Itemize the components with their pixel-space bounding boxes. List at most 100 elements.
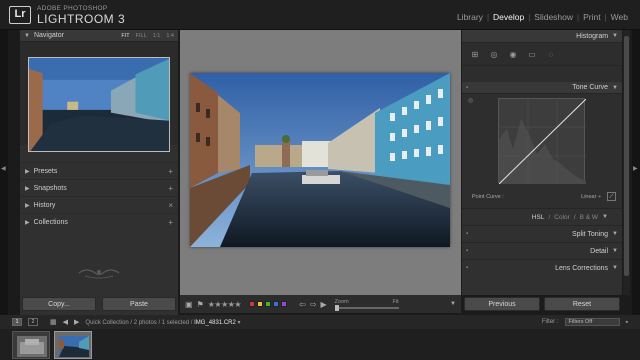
filter-label: Filter : xyxy=(541,319,559,325)
collapsed-triangle-icon: ▶ xyxy=(25,185,30,192)
expand-triangle-icon: ▼ xyxy=(612,84,618,91)
zoom-fit[interactable]: FIT xyxy=(121,33,129,39)
left-panel-toggle[interactable]: ◀ xyxy=(0,30,8,315)
grid-view-icon[interactable]: ▦ xyxy=(50,318,57,326)
expand-triangle-icon: ▼ xyxy=(612,231,618,237)
panel-detail[interactable]: ▪ Detail ▼ xyxy=(462,242,622,259)
panel-presets[interactable]: ▶ Presets + xyxy=(20,162,178,179)
histogram-header[interactable]: Histogram ▼ xyxy=(462,30,622,43)
collapse-left-icon: ◀ xyxy=(1,166,6,172)
graduated-filter-icon[interactable]: ▭ xyxy=(527,50,537,59)
color-label-green[interactable] xyxy=(265,301,272,307)
prev-arrow-icon[interactable]: ⇦ xyxy=(299,300,306,309)
filter-lock-icon[interactable]: ▪ xyxy=(626,319,628,326)
tab-color[interactable]: Color xyxy=(554,214,570,221)
identity-plate: Lr ADOBE PHOTOSHOP LIGHTROOM 3 Library |… xyxy=(0,0,640,30)
module-develop[interactable]: Develop xyxy=(489,12,528,22)
module-web[interactable]: Web xyxy=(607,12,632,22)
curve-plot xyxy=(498,98,587,185)
history-label: History xyxy=(33,201,56,209)
zoom-control: Zoom Fit xyxy=(334,299,399,311)
selected-filename: IMG_4831.CR2 xyxy=(194,319,236,326)
tab-hsl[interactable]: HSL xyxy=(532,214,545,221)
panel-pin-icon: ▪ xyxy=(466,265,469,271)
copy-settings-button[interactable]: Copy... xyxy=(22,297,96,311)
crop-grid-icon[interactable]: ⊞ xyxy=(470,50,480,59)
previous-button[interactable]: Previous xyxy=(464,297,540,311)
tone-curve-header[interactable]: ▪ Tone Curve ▼ xyxy=(462,82,622,94)
paste-settings-button[interactable]: Paste xyxy=(102,297,176,311)
lightroom-logo: Lr xyxy=(9,6,31,24)
edit-curve-icon[interactable]: ⟋ xyxy=(607,192,616,201)
reset-button[interactable]: Reset xyxy=(544,297,620,311)
next-arrow-icon[interactable]: ⇨ xyxy=(310,300,317,309)
collapse-right-icon: ▶ xyxy=(633,166,638,172)
zoom-1-4[interactable]: 1:4 xyxy=(166,33,174,39)
filmstrip-thumb-selected[interactable] xyxy=(54,331,92,359)
point-curve-label: Point Curve : xyxy=(472,193,504,200)
hsl-color-bw-header[interactable]: HSL / Color / B & W ▼ xyxy=(462,208,622,225)
screen-2-button[interactable]: 2 xyxy=(28,318,38,326)
split-toning-label: Split Toning xyxy=(571,230,609,238)
right-panel-toggle[interactable]: ▶ xyxy=(632,30,640,315)
zoom-fill[interactable]: FILL xyxy=(136,33,147,39)
expand-triangle-icon: ▼ xyxy=(24,32,30,39)
forward-arrow-icon[interactable]: ▶ xyxy=(74,318,79,326)
module-slideshow[interactable]: Slideshow xyxy=(530,12,577,22)
tool-strip: ⊞ ◎ ◉ ▭ ◌ xyxy=(462,43,622,65)
expand-triangle-icon: ▼ xyxy=(602,214,608,220)
expand-triangle-icon: ▼ xyxy=(612,248,618,254)
source-path[interactable]: Quick Collection / 2 photos / 1 selected… xyxy=(85,319,240,326)
add-preset-button[interactable]: + xyxy=(168,167,173,176)
thumb-photo xyxy=(17,336,47,357)
navigator-thumbnail[interactable] xyxy=(28,57,170,152)
right-panel: Histogram ▼ ⊞ ◎ ◉ ▭ ◌ ▪ Tone Curve ▼ ◎ P… xyxy=(462,30,622,295)
filter-select[interactable]: Filters Off xyxy=(564,318,620,326)
tab-separator: / xyxy=(573,213,576,221)
panel-pin-icon: ▪ xyxy=(466,248,469,254)
module-print[interactable]: Print xyxy=(579,12,604,22)
color-label-red[interactable] xyxy=(249,301,256,307)
color-labels xyxy=(249,301,288,307)
clear-history-button[interactable]: × xyxy=(168,201,173,210)
back-arrow-icon[interactable]: ◀ xyxy=(63,318,68,326)
point-curve-select[interactable]: Linear ÷ xyxy=(581,194,601,200)
spot-removal-icon[interactable]: ◎ xyxy=(489,50,499,59)
panel-lens-corrections[interactable]: ▪ Lens Corrections ▼ xyxy=(462,259,622,276)
play-icon[interactable]: ▶ xyxy=(321,300,327,309)
flag-icon[interactable]: ⚑ xyxy=(197,300,204,309)
image-canvas[interactable] xyxy=(180,30,461,295)
toolbar-menu-icon[interactable]: ▼ xyxy=(450,301,456,307)
tab-black-white[interactable]: B & W xyxy=(580,214,598,221)
right-panel-scrollbar[interactable] xyxy=(623,30,630,295)
target-adjust-icon[interactable]: ◎ xyxy=(468,97,473,104)
expand-triangle-icon: ▼ xyxy=(612,265,618,271)
point-curve-row: Point Curve : Linear ÷ ⟋ xyxy=(472,192,616,201)
main-photo[interactable] xyxy=(190,73,450,247)
color-label-yellow[interactable] xyxy=(257,301,264,307)
filmstrip-header: 1 2 ▦ ◀ ▶ Quick Collection / 2 photos / … xyxy=(0,315,640,329)
color-label-blue[interactable] xyxy=(273,301,280,307)
snapshots-label: Snapshots xyxy=(33,184,67,192)
dropdown-arrow-icon: ▾ xyxy=(237,319,241,326)
module-picker: Library | Develop | Slideshow | Print | … xyxy=(453,12,632,22)
panel-split-toning[interactable]: ▪ Split Toning ▼ xyxy=(462,225,622,242)
navigator-header[interactable]: ▼ Navigator FIT FILL 1:1 1:4 xyxy=(20,30,178,42)
color-label-purple[interactable] xyxy=(281,301,288,307)
before-after-icon[interactable]: ▣ xyxy=(185,300,193,309)
panel-history[interactable]: ▶ History × xyxy=(20,196,178,213)
red-eye-icon[interactable]: ◉ xyxy=(508,50,518,59)
filmstrip-thumb[interactable] xyxy=(12,331,50,359)
star-rating[interactable]: ★★★★★ xyxy=(208,300,242,309)
panel-collections[interactable]: ▶ Collections + xyxy=(20,213,178,230)
adjustment-brush-icon[interactable]: ◌ xyxy=(546,50,556,59)
add-snapshot-button[interactable]: + xyxy=(168,184,173,193)
zoom-1-1[interactable]: 1:1 xyxy=(153,33,161,39)
panel-pin-icon: ▪ xyxy=(466,84,469,91)
tone-curve-graph[interactable] xyxy=(498,98,587,185)
zoom-slider[interactable] xyxy=(334,305,399,311)
add-collection-button[interactable]: + xyxy=(168,218,173,227)
screen-1-button[interactable]: 1 xyxy=(12,318,22,326)
panel-snapshots[interactable]: ▶ Snapshots + xyxy=(20,179,178,196)
module-library[interactable]: Library xyxy=(453,12,487,22)
